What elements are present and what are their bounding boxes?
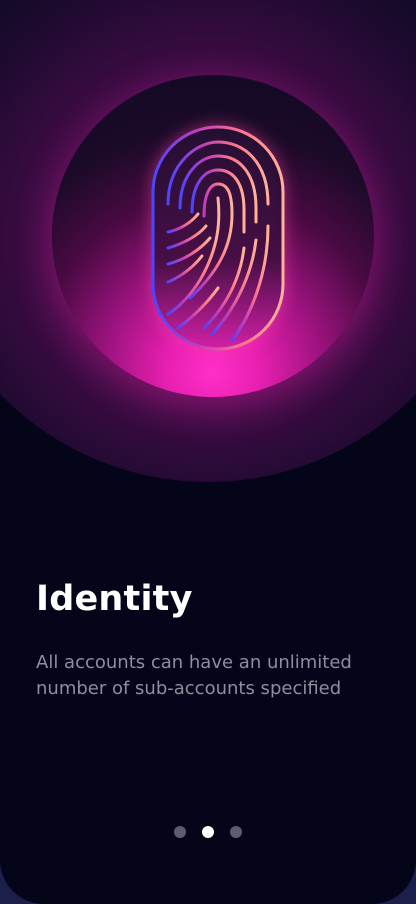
page-title: Identity [36,579,193,619]
page-dot-3[interactable] [230,826,242,838]
page-dot-2-active[interactable] [202,826,214,838]
page-dot-1[interactable] [174,826,186,838]
fingerprint-icon [151,125,285,351]
description-text: All accounts can have an unlimited numbe… [36,652,352,699]
onboarding-screen: Identity All accounts can have an unlimi… [0,0,416,904]
page-indicator [0,825,416,839]
